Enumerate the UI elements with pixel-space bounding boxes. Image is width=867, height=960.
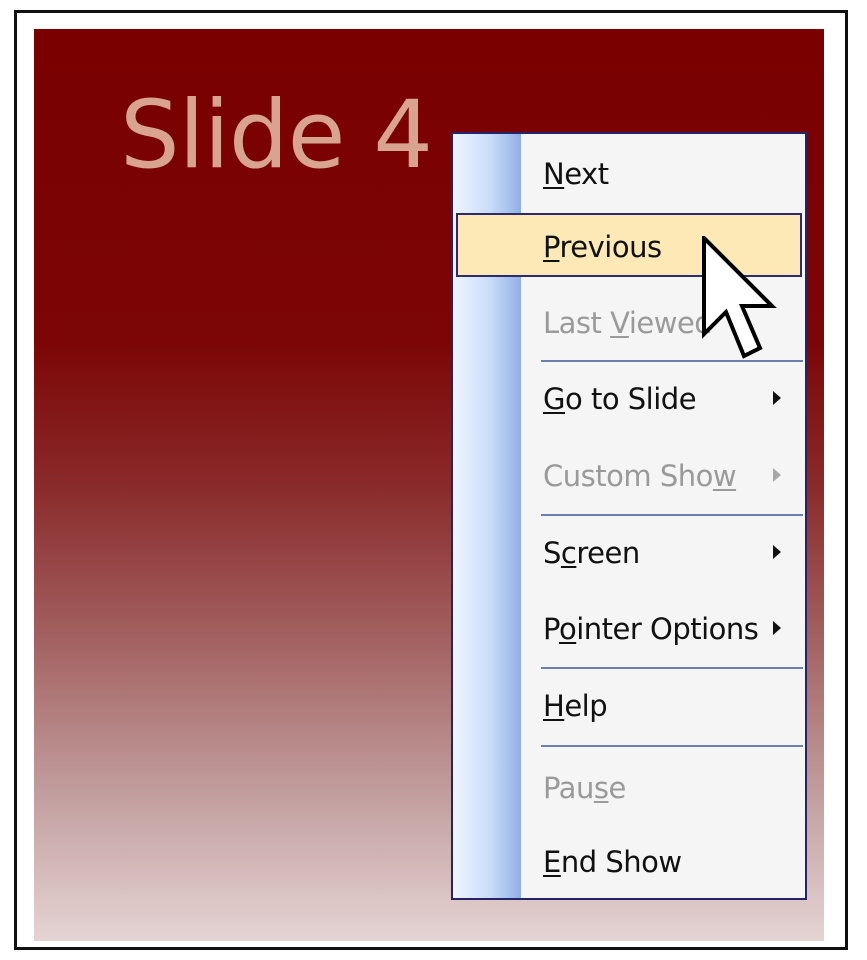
menu-item-end-show[interactable]: End Show <box>453 830 805 894</box>
submenu-arrow-icon <box>773 621 781 635</box>
submenu-arrow-icon <box>773 468 781 482</box>
menu-separator <box>541 667 803 669</box>
menu-separator <box>541 745 803 747</box>
menu-separator <box>541 514 803 516</box>
menu-item-help[interactable]: Help <box>453 674 805 738</box>
submenu-arrow-icon <box>773 391 781 405</box>
submenu-arrow-icon <box>773 545 781 559</box>
menu-item-pointer-options[interactable]: Pointer Options <box>453 597 805 661</box>
menu-item-custom-show[interactable]: Custom Show <box>453 444 805 508</box>
menu-item-go-to-slide[interactable]: Go to Slide <box>453 367 805 431</box>
menu-item-screen[interactable]: Screen <box>453 521 805 585</box>
menu-item-pause[interactable]: Pause <box>453 756 805 820</box>
menu-item-next[interactable]: Next <box>453 142 805 206</box>
mouse-pointer-icon <box>702 236 777 359</box>
slide-title: Slide 4 <box>120 81 433 190</box>
